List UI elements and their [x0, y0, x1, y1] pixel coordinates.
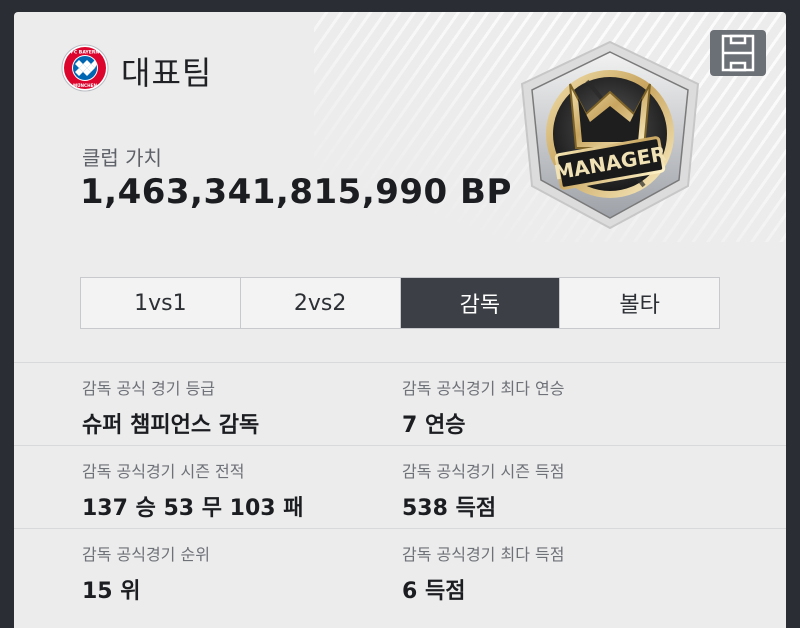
stat-season-goals: 감독 공식경기 시즌 득점 538 득점 [402, 458, 564, 522]
stat-rank: 감독 공식경기 순위 15 위 [82, 541, 210, 605]
stats-row: 감독 공식경기 순위 15 위 감독 공식경기 최다 득점 6 득점 [14, 528, 786, 611]
team-profile-card: FC BAYERN MÜNCHEN 대표팀 클럽 가치 1,463,341,81… [14, 12, 786, 628]
stat-max-goals: 감독 공식경기 최다 득점 6 득점 [402, 541, 564, 605]
stat-value: 슈퍼 챔피언스 감독 [82, 413, 260, 438]
stat-value: 7 연승 [402, 413, 466, 438]
fc-bayern-munchen-logo: FC BAYERN MÜNCHEN [61, 44, 109, 92]
tab-2vs2[interactable]: 2vs2 [241, 278, 401, 328]
stat-value: 137 승 53 무 103 패 [82, 496, 304, 521]
stat-season-record: 감독 공식경기 시즌 전적 137 승 53 무 103 패 [82, 458, 303, 522]
stat-max-win-streak: 감독 공식경기 최다 연승 7 연승 [402, 375, 564, 439]
stat-label: 감독 공식경기 순위 [82, 545, 210, 564]
stats-row: 감독 공식경기 시즌 전적 137 승 53 무 103 패 감독 공식경기 시… [14, 445, 786, 528]
stats-row: 감독 공식 경기 등급 슈퍼 챔피언스 감독 감독 공식경기 최다 연승 7 연… [14, 362, 786, 445]
manager-crown-badge: MANAGER [520, 40, 700, 230]
stat-label: 감독 공식경기 최다 득점 [402, 545, 565, 564]
mode-tabs: 1vs1 2vs2 감독 볼타 [80, 277, 720, 329]
stat-value: 6 득점 [402, 579, 466, 604]
stat-label: 감독 공식경기 시즌 전적 [82, 462, 245, 481]
stat-value: 538 득점 [402, 496, 497, 521]
club-value-label: 클럽 가치 [82, 146, 162, 170]
tab-1vs1[interactable]: 1vs1 [81, 278, 241, 328]
stat-label: 감독 공식 경기 등급 [82, 379, 216, 398]
stats-panel: 감독 공식 경기 등급 슈퍼 챔피언스 감독 감독 공식경기 최다 연승 7 연… [14, 362, 786, 611]
tab-manager[interactable]: 감독 [400, 278, 561, 328]
pitch-formation-button[interactable] [710, 30, 766, 76]
logo-text-top: FC BAYERN [71, 50, 100, 56]
stat-label: 감독 공식경기 최다 연승 [402, 379, 565, 398]
logo-text-bottom: MÜNCHEN [73, 83, 98, 88]
team-name: 대표팀 [121, 54, 213, 92]
tab-volta[interactable]: 볼타 [560, 278, 719, 328]
club-value: 1,463,341,815,990 BP [80, 172, 512, 212]
stat-official-grade: 감독 공식 경기 등급 슈퍼 챔피언스 감독 [82, 375, 259, 439]
stat-value: 15 위 [82, 579, 141, 604]
pitch-formation-icon [721, 34, 755, 72]
stat-label: 감독 공식경기 시즌 득점 [402, 462, 565, 481]
